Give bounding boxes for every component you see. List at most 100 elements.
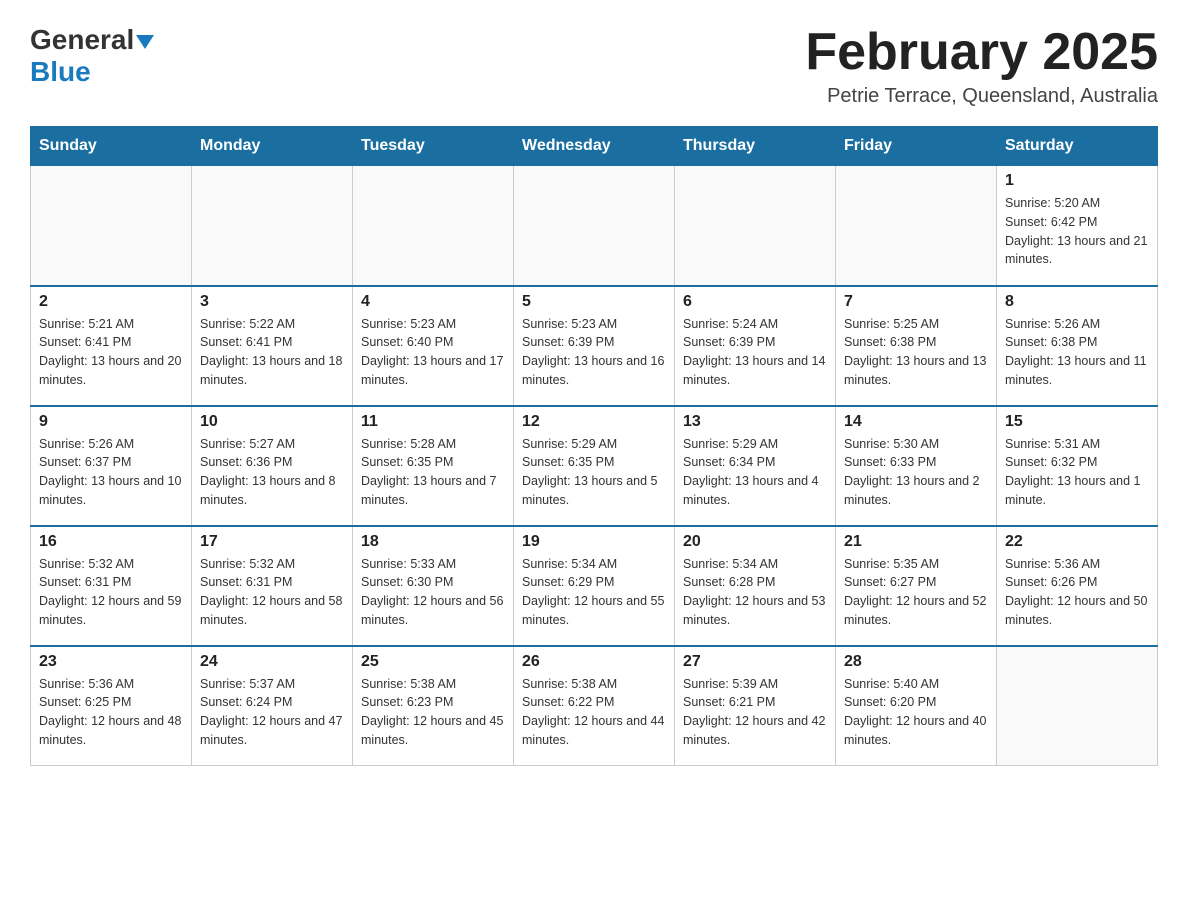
calendar-header-row: Sunday Monday Tuesday Wednesday Thursday…	[31, 127, 1158, 166]
day-info: Sunrise: 5:27 AM Sunset: 6:36 PM Dayligh…	[200, 435, 344, 510]
table-row: 22 Sunrise: 5:36 AM Sunset: 6:26 PM Dayli…	[997, 526, 1158, 646]
day-number: 18	[361, 533, 505, 551]
table-row: 17Sunrise: 5:32 AM Sunset: 6:31 PM Dayli…	[192, 526, 353, 646]
month-title: February 2025	[805, 24, 1158, 81]
calendar-week-row: 2 Sunrise: 5:21 AM Sunset: 6:41 PM Daylig…	[31, 286, 1158, 406]
day-number: 28	[844, 653, 988, 671]
day-number: 3	[200, 293, 344, 311]
table-row: 14 Sunrise: 5:30 AM Sunset: 6:33 PM Dayli…	[836, 406, 997, 526]
day-number: 24	[200, 653, 344, 671]
table-row	[836, 166, 997, 286]
day-number: 10	[200, 413, 344, 431]
day-info: Sunrise: 5:20 AM Sunset: 6:42 PM Dayligh…	[1005, 194, 1149, 269]
table-row: 21 Sunrise: 5:35 AM Sunset: 6:27 PM Dayli…	[836, 526, 997, 646]
page-header: General Blue February 2025 Petrie Terrac…	[30, 24, 1158, 108]
day-number: 14	[844, 413, 988, 431]
table-row	[192, 166, 353, 286]
table-row: 6 Sunrise: 5:24 AM Sunset: 6:39 PM Daylig…	[675, 286, 836, 406]
day-number: 15	[1005, 413, 1149, 431]
day-number: 5	[522, 293, 666, 311]
day-number: 1	[1005, 172, 1149, 190]
day-number: 27	[683, 653, 827, 671]
table-row: 16Sunrise: 5:32 AM Sunset: 6:31 PM Dayli…	[31, 526, 192, 646]
table-row: 1 Sunrise: 5:20 AM Sunset: 6:42 PM Daylig…	[997, 166, 1158, 286]
day-info: Sunrise: 5:39 AM Sunset: 6:21 PM Dayligh…	[683, 675, 827, 750]
day-info: Sunrise: 5:32 AM Sunset: 6:31 PM Dayligh…	[39, 555, 183, 630]
logo: General Blue	[30, 24, 154, 88]
day-number: 9	[39, 413, 183, 431]
day-number: 2	[39, 293, 183, 311]
header-monday: Monday	[192, 127, 353, 166]
calendar-week-row: 16Sunrise: 5:32 AM Sunset: 6:31 PM Dayli…	[31, 526, 1158, 646]
calendar-table: Sunday Monday Tuesday Wednesday Thursday…	[30, 126, 1158, 766]
header-thursday: Thursday	[675, 127, 836, 166]
table-row: 13 Sunrise: 5:29 AM Sunset: 6:34 PM Dayli…	[675, 406, 836, 526]
header-sunday: Sunday	[31, 127, 192, 166]
table-row: 11Sunrise: 5:28 AM Sunset: 6:35 PM Dayli…	[353, 406, 514, 526]
header-friday: Friday	[836, 127, 997, 166]
table-row: 23 Sunrise: 5:36 AM Sunset: 6:25 PM Dayli…	[31, 646, 192, 766]
day-number: 21	[844, 533, 988, 551]
day-number: 4	[361, 293, 505, 311]
day-number: 20	[683, 533, 827, 551]
day-number: 8	[1005, 293, 1149, 311]
table-row: 19Sunrise: 5:34 AM Sunset: 6:29 PM Dayli…	[514, 526, 675, 646]
day-info: Sunrise: 5:29 AM Sunset: 6:34 PM Dayligh…	[683, 435, 827, 510]
logo-general: General	[30, 24, 134, 55]
day-info: Sunrise: 5:35 AM Sunset: 6:27 PM Dayligh…	[844, 555, 988, 630]
logo-blue-text: Blue	[30, 56, 91, 88]
day-info: Sunrise: 5:30 AM Sunset: 6:33 PM Dayligh…	[844, 435, 988, 510]
day-number: 25	[361, 653, 505, 671]
calendar-week-row: 1 Sunrise: 5:20 AM Sunset: 6:42 PM Daylig…	[31, 166, 1158, 286]
day-info: Sunrise: 5:36 AM Sunset: 6:25 PM Dayligh…	[39, 675, 183, 750]
table-row: 3 Sunrise: 5:22 AM Sunset: 6:41 PM Daylig…	[192, 286, 353, 406]
calendar-week-row: 9 Sunrise: 5:26 AM Sunset: 6:37 PM Daylig…	[31, 406, 1158, 526]
header-wednesday: Wednesday	[514, 127, 675, 166]
day-info: Sunrise: 5:23 AM Sunset: 6:40 PM Dayligh…	[361, 315, 505, 390]
day-info: Sunrise: 5:26 AM Sunset: 6:38 PM Dayligh…	[1005, 315, 1149, 390]
title-area: February 2025 Petrie Terrace, Queensland…	[805, 24, 1158, 108]
day-info: Sunrise: 5:24 AM Sunset: 6:39 PM Dayligh…	[683, 315, 827, 390]
day-info: Sunrise: 5:22 AM Sunset: 6:41 PM Dayligh…	[200, 315, 344, 390]
day-info: Sunrise: 5:34 AM Sunset: 6:28 PM Dayligh…	[683, 555, 827, 630]
table-row: 15Sunrise: 5:31 AM Sunset: 6:32 PM Dayli…	[997, 406, 1158, 526]
day-number: 17	[200, 533, 344, 551]
header-tuesday: Tuesday	[353, 127, 514, 166]
table-row: 2 Sunrise: 5:21 AM Sunset: 6:41 PM Daylig…	[31, 286, 192, 406]
day-info: Sunrise: 5:21 AM Sunset: 6:41 PM Dayligh…	[39, 315, 183, 390]
day-number: 7	[844, 293, 988, 311]
day-info: Sunrise: 5:37 AM Sunset: 6:24 PM Dayligh…	[200, 675, 344, 750]
table-row: 26Sunrise: 5:38 AM Sunset: 6:22 PM Dayli…	[514, 646, 675, 766]
day-info: Sunrise: 5:26 AM Sunset: 6:37 PM Dayligh…	[39, 435, 183, 510]
table-row: 9 Sunrise: 5:26 AM Sunset: 6:37 PM Daylig…	[31, 406, 192, 526]
table-row: 27 Sunrise: 5:39 AM Sunset: 6:21 PM Dayli…	[675, 646, 836, 766]
header-saturday: Saturday	[997, 127, 1158, 166]
table-row	[997, 646, 1158, 766]
day-info: Sunrise: 5:23 AM Sunset: 6:39 PM Dayligh…	[522, 315, 666, 390]
table-row: 8 Sunrise: 5:26 AM Sunset: 6:38 PM Daylig…	[997, 286, 1158, 406]
day-info: Sunrise: 5:40 AM Sunset: 6:20 PM Dayligh…	[844, 675, 988, 750]
day-info: Sunrise: 5:38 AM Sunset: 6:23 PM Dayligh…	[361, 675, 505, 750]
table-row	[675, 166, 836, 286]
day-number: 22	[1005, 533, 1149, 551]
table-row	[514, 166, 675, 286]
day-number: 6	[683, 293, 827, 311]
table-row: 7Sunrise: 5:25 AM Sunset: 6:38 PM Daylig…	[836, 286, 997, 406]
table-row: 12Sunrise: 5:29 AM Sunset: 6:35 PM Dayli…	[514, 406, 675, 526]
day-info: Sunrise: 5:36 AM Sunset: 6:26 PM Dayligh…	[1005, 555, 1149, 630]
day-info: Sunrise: 5:38 AM Sunset: 6:22 PM Dayligh…	[522, 675, 666, 750]
day-number: 12	[522, 413, 666, 431]
table-row: 28 Sunrise: 5:40 AM Sunset: 6:20 PM Dayli…	[836, 646, 997, 766]
day-info: Sunrise: 5:33 AM Sunset: 6:30 PM Dayligh…	[361, 555, 505, 630]
day-number: 13	[683, 413, 827, 431]
table-row: 20 Sunrise: 5:34 AM Sunset: 6:28 PM Dayli…	[675, 526, 836, 646]
table-row	[31, 166, 192, 286]
table-row: 24 Sunrise: 5:37 AM Sunset: 6:24 PM Dayli…	[192, 646, 353, 766]
day-number: 23	[39, 653, 183, 671]
logo-general-text: General	[30, 24, 154, 56]
table-row	[353, 166, 514, 286]
day-number: 11	[361, 413, 505, 431]
table-row: 10 Sunrise: 5:27 AM Sunset: 6:36 PM Dayli…	[192, 406, 353, 526]
logo-triangle-icon	[136, 35, 154, 49]
location-text: Petrie Terrace, Queensland, Australia	[805, 85, 1158, 108]
